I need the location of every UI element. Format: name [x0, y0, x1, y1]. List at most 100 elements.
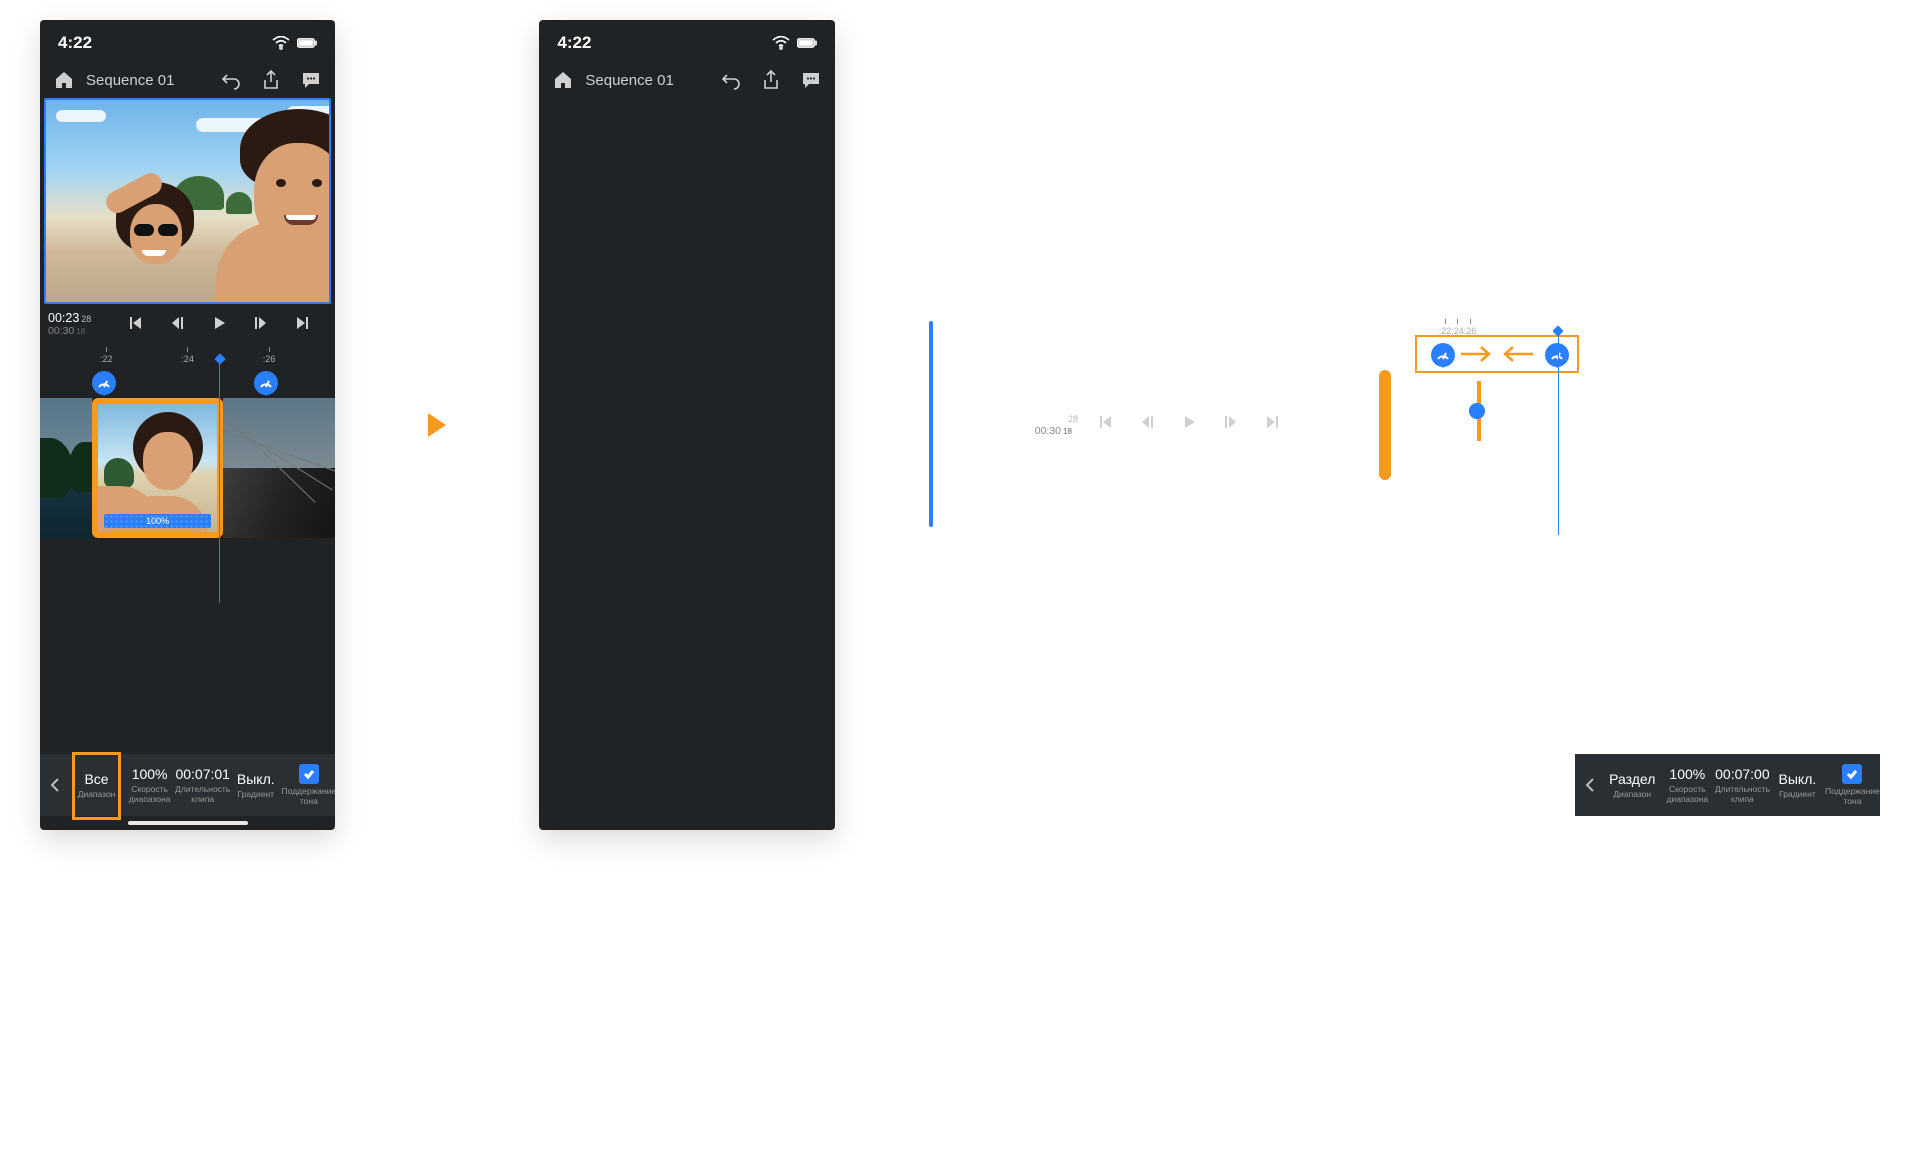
status-time: 4:22 [557, 33, 591, 53]
range-speed-caption: Скорость диапазона [125, 785, 174, 804]
timecode-total-frames: 18 [1063, 427, 1072, 436]
clip-speed-bar: 100% [104, 514, 211, 528]
timeline-tick: :22 [1439, 319, 1452, 336]
go-end-icon[interactable] [1265, 414, 1281, 435]
clip-next[interactable] [223, 398, 335, 538]
speed-marker-icon[interactable] [254, 371, 278, 395]
speed-panel: Все Диапазон 100% Скорость диапазона 00:… [40, 754, 335, 830]
wifi-icon [771, 33, 791, 53]
status-bar: 4:22 [40, 20, 335, 60]
status-bar: 4:22 [539, 20, 834, 60]
timecode-current: 00:23 [48, 311, 79, 325]
panel-back-icon[interactable] [40, 754, 70, 816]
clip-selected[interactable]: 100% [1379, 370, 1391, 480]
speed-marker-icon[interactable] [92, 371, 116, 395]
range-speed-value: 100% [132, 766, 168, 782]
home-icon[interactable] [54, 70, 74, 90]
playback-row: 00:2328 00:3018 [40, 306, 335, 343]
maintain-pitch-caption: Поддержание тона [282, 787, 336, 806]
clip-duration-button[interactable]: 00:07:00 Длительность клипа [1715, 754, 1770, 816]
home-indicator [40, 816, 335, 830]
maintain-pitch-checkbox[interactable]: Поддержание тона [1825, 754, 1880, 816]
clip-speed-text: 100% [1379, 458, 1391, 468]
range-mode-caption: Диапазон [78, 790, 116, 799]
timeline-tick: :24 [181, 347, 194, 364]
video-preview[interactable] [44, 98, 331, 304]
app-header: Sequence 01 [539, 60, 834, 98]
play-icon[interactable] [211, 315, 227, 334]
video-preview[interactable] [929, 321, 933, 527]
step-back-icon[interactable] [1139, 414, 1155, 435]
range-slider-handle-right[interactable] [1469, 403, 1485, 419]
undo-icon[interactable] [721, 70, 741, 90]
app-header: Sequence 01 [40, 60, 335, 98]
timecode-current-frames: 28 [81, 314, 91, 324]
share-icon[interactable] [261, 70, 281, 90]
range-mode-caption: Диапазон [1613, 790, 1651, 799]
timeline-ruler: :22 :24 :26 [40, 347, 335, 364]
share-icon[interactable] [761, 70, 781, 90]
maintain-pitch-caption: Поддержание тона [1825, 787, 1880, 806]
callout-box-markers [1415, 335, 1579, 373]
phone-screenshot-right: 4:22 Sequence 01 [539, 20, 834, 830]
range-mode-button[interactable]: Раздел Диапазон [1605, 754, 1660, 816]
maintain-pitch-checkbox[interactable]: Поддержание тона [282, 754, 335, 816]
phone-screenshot-left: 4:22 Sequence 01 [40, 20, 335, 830]
play-icon[interactable] [1181, 414, 1197, 435]
step-fwd-icon[interactable] [1223, 414, 1239, 435]
gradient-caption: Градиент [1779, 790, 1816, 799]
clip-speed-text: 100% [146, 516, 169, 526]
range-speed-value: 100% [1669, 766, 1705, 782]
wifi-icon [271, 33, 291, 53]
figure-stage: 4:22 Sequence 01 [0, 0, 1920, 850]
range-speed-caption: Скорость диапазона [1662, 785, 1713, 804]
range-mode-value: Раздел [1609, 771, 1655, 787]
gradient-toggle[interactable]: Выкл. Градиент [1770, 754, 1825, 816]
gradient-caption: Градиент [237, 790, 274, 799]
panel-back-icon[interactable] [1575, 754, 1605, 816]
range-mode-button[interactable]: Все Диапазон [70, 754, 123, 816]
timeline-tick: :24 [1451, 319, 1464, 336]
clip-duration-caption: Длительность клипа [175, 785, 230, 804]
clip-duration-caption: Длительность клипа [1715, 785, 1770, 804]
home-icon[interactable] [553, 70, 573, 90]
clip-prev[interactable] [40, 398, 92, 538]
timecode-total: 00:30 [1035, 425, 1061, 437]
home-indicator [1575, 816, 1880, 830]
go-start-icon[interactable] [1097, 414, 1113, 435]
go-end-icon[interactable] [295, 315, 311, 334]
timecode-current: 00:23 [1035, 411, 1066, 425]
playback-row: 00:2328 00:3018 [1027, 406, 1289, 443]
range-speed-button[interactable]: 100% Скорость диапазона [1660, 754, 1715, 816]
clip-duration-value: 00:07:01 [175, 766, 230, 782]
battery-icon [297, 33, 317, 53]
playhead[interactable] [1558, 331, 1559, 535]
go-start-icon[interactable] [127, 315, 143, 334]
timeline-tick: :22 [100, 347, 113, 364]
undo-icon[interactable] [221, 70, 241, 90]
range-mode-value: Все [84, 771, 108, 787]
clip-selected[interactable]: 100% [92, 398, 223, 538]
battery-icon [797, 33, 817, 53]
step-fwd-icon[interactable] [253, 315, 269, 334]
step-back-icon[interactable] [169, 315, 185, 334]
feedback-icon[interactable] [301, 70, 321, 90]
playhead[interactable] [219, 359, 220, 603]
timecode-total-frames: 18 [76, 327, 85, 336]
timecode-total: 00:30 [48, 325, 74, 337]
timeline[interactable]: :22 :24 :26 [40, 343, 335, 603]
sequence-name: Sequence 01 [86, 72, 174, 89]
sequence-name: Sequence 01 [585, 72, 673, 89]
status-time: 4:22 [58, 33, 92, 53]
transition-arrow-icon [425, 410, 449, 440]
timeline-tick: :26 [263, 347, 276, 364]
range-speed-button[interactable]: 100% Скорость диапазона [123, 754, 176, 816]
gradient-value: Выкл. [237, 771, 275, 787]
timecode-current-frames: 28 [1068, 414, 1078, 424]
feedback-icon[interactable] [801, 70, 821, 90]
clip-duration-button[interactable]: 00:07:01 Длительность клипа [176, 754, 229, 816]
gradient-value: Выкл. [1779, 771, 1817, 787]
clip-duration-value: 00:07:00 [1715, 766, 1770, 782]
speed-panel: Раздел Диапазон 100% Скорость диапазона … [1575, 754, 1880, 830]
gradient-toggle[interactable]: Выкл. Градиент [229, 754, 282, 816]
